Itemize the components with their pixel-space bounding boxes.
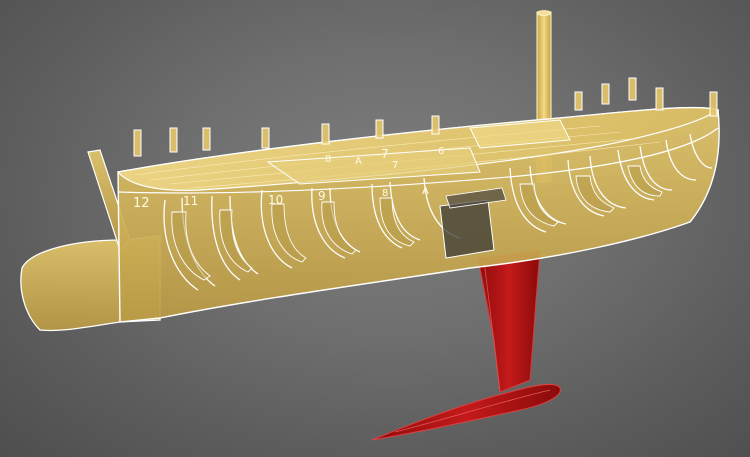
frame-label-9: 9 bbox=[318, 189, 326, 203]
frame-label-a: A bbox=[355, 156, 362, 167]
frame-label-12: 12 bbox=[133, 196, 150, 211]
model-scene[interactable]: 12 11 10 9 8 A 7 6 8 A 7 bbox=[0, 0, 750, 457]
frame-label-7: 7 bbox=[381, 147, 389, 161]
3d-viewport[interactable]: 12 11 10 9 8 A 7 6 8 A 7 bbox=[0, 0, 750, 457]
keel-bulb bbox=[371, 383, 561, 441]
frame-label-a-lower: A bbox=[422, 186, 429, 197]
frame-label-8-lower: 8 bbox=[382, 188, 388, 199]
keel-fin bbox=[477, 249, 541, 393]
frame-label-11: 11 bbox=[183, 194, 198, 208]
frame-label-7-lower: 7 bbox=[392, 160, 398, 171]
frame-label-8: 8 bbox=[325, 154, 331, 165]
frame-label-6: 6 bbox=[438, 146, 444, 157]
frame-label-10: 10 bbox=[268, 193, 283, 207]
